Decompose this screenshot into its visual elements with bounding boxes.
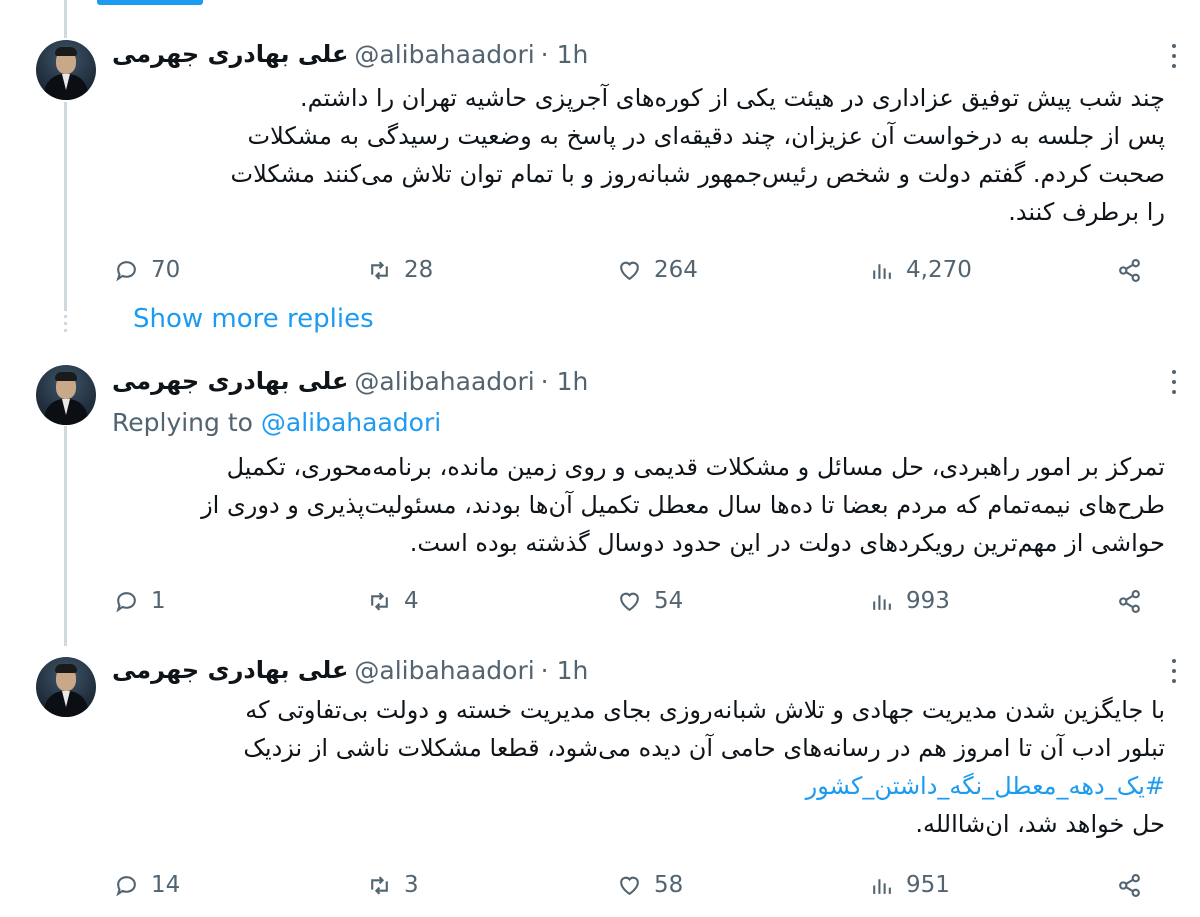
share-button[interactable]: [1117, 253, 1142, 287]
tweet-actions: 14 3 58 951: [114, 868, 1154, 902]
reply-button[interactable]: 1: [114, 584, 166, 618]
replying-to: Replying to @alibahaadori: [112, 408, 441, 437]
tweet-header: علی بهادری جهرمی @alibahaadori · 1h: [112, 364, 588, 398]
like-count: 264: [654, 257, 698, 283]
retweet-count: 3: [404, 872, 419, 898]
share-icon: [1119, 589, 1140, 613]
view-count: 951: [906, 872, 950, 898]
more-options-icon[interactable]: [1170, 44, 1178, 68]
avatar[interactable]: [36, 365, 96, 425]
like-button[interactable]: 54: [617, 584, 683, 618]
share-icon: [1119, 258, 1140, 282]
author-handle[interactable]: @alibahaadori: [354, 656, 534, 685]
tweet-text-line: صحبت کردم. گفتم دولت و شخص رئیس‌جمهور شب…: [230, 160, 1166, 188]
heart-icon: [620, 592, 639, 611]
retweet-icon: [371, 875, 388, 895]
avatar[interactable]: [36, 40, 96, 100]
like-button[interactable]: 58: [617, 868, 683, 902]
tweet-text-line: با جایگزین شدن مدیریت جهادی و تلاش شبانه…: [245, 696, 1165, 724]
views-button[interactable]: 4,270: [869, 253, 972, 287]
thread-gap-dots: [64, 308, 67, 334]
more-options-icon[interactable]: [1170, 659, 1178, 683]
retweet-button[interactable]: 4: [367, 584, 419, 618]
reply-icon: [116, 591, 136, 612]
views-button[interactable]: 951: [869, 868, 950, 902]
author-handle[interactable]: @alibahaadori: [354, 40, 534, 69]
author-name[interactable]: علی بهادری جهرمی: [112, 367, 348, 395]
timestamp[interactable]: · 1h: [541, 40, 589, 69]
heart-icon: [620, 261, 639, 280]
views-chart-icon: [873, 878, 891, 894]
timestamp[interactable]: · 1h: [541, 367, 589, 396]
tweet-text-line: حل خواهد شد، ان‌شاالله.: [915, 810, 1165, 838]
tweet-text: چند شب پیش توفیق عزاداری در هیئت یکی از …: [112, 79, 1166, 231]
tweet-actions: 1 4 54 993: [114, 584, 1154, 618]
tweet-text-line: پس از جلسه به درخواست آن عزیزان، چند دقی…: [247, 122, 1165, 150]
reply-button[interactable]: 70: [114, 253, 180, 287]
hashtag-link[interactable]: #یک_دهه_معطل_نگه_داشتن_کشور: [112, 767, 1165, 805]
retweet-icon: [371, 591, 388, 611]
author-handle[interactable]: @alibahaadori: [354, 367, 534, 396]
reply-count: 14: [151, 872, 181, 898]
tweet-text-line: تبلور ادب آن تا امروز هم در رسانه‌های حا…: [243, 734, 1165, 762]
reply-icon: [116, 875, 136, 896]
author-name[interactable]: علی بهادری جهرمی: [112, 656, 348, 684]
heart-icon: [620, 876, 639, 895]
tweet-text-line: حواشی از مهم‌ترین رویکردهای دولت در این …: [409, 529, 1165, 557]
views-chart-icon: [873, 594, 891, 610]
tweet-header: علی بهادری جهرمی @alibahaadori · 1h: [112, 37, 588, 71]
reply-count: 1: [151, 588, 166, 614]
like-button[interactable]: 264: [617, 253, 698, 287]
views-button[interactable]: 993: [869, 584, 950, 618]
share-button[interactable]: [1117, 868, 1142, 902]
like-count: 58: [654, 872, 684, 898]
tweet-text-line: طرح‌های نیمه‌تمام که مردم بعضا تا ده‌ها …: [201, 491, 1165, 519]
view-count: 993: [906, 588, 950, 614]
tweet[interactable]: علی بهادری جهرمی @alibahaadori · 1h Repl…: [0, 340, 1200, 630]
reply-button[interactable]: 14: [114, 868, 180, 902]
retweet-count: 28: [404, 257, 434, 283]
reply-icon: [116, 260, 136, 281]
show-more-replies-link[interactable]: Show more replies: [133, 304, 374, 334]
replying-prefix: Replying to: [112, 408, 253, 437]
tweet[interactable]: علی بهادری جهرمی @alibahaadori · 1h چند …: [0, 0, 1200, 300]
view-count: 4,270: [906, 257, 972, 283]
author-name[interactable]: علی بهادری جهرمی: [112, 40, 348, 68]
replying-mention-link[interactable]: @alibahaadori: [261, 408, 441, 437]
retweet-button[interactable]: 28: [367, 253, 433, 287]
retweet-button[interactable]: 3: [367, 868, 419, 902]
tweet[interactable]: علی بهادری جهرمی @alibahaadori · 1h با ج…: [0, 630, 1200, 917]
share-button[interactable]: [1117, 584, 1142, 618]
tweet-header: علی بهادری جهرمی @alibahaadori · 1h: [112, 653, 588, 687]
tweet-text-line: را برطرف کنند.: [1008, 198, 1165, 226]
share-icon: [1119, 873, 1140, 897]
more-options-icon[interactable]: [1170, 370, 1178, 394]
tweet-text-line: چند شب پیش توفیق عزاداری در هیئت یکی از …: [299, 84, 1165, 112]
like-count: 54: [654, 588, 684, 614]
reply-count: 70: [151, 257, 181, 283]
views-chart-icon: [873, 263, 891, 279]
timestamp[interactable]: · 1h: [541, 656, 589, 685]
tweet-text: با جایگزین شدن مدیریت جهادی و تلاش شبانه…: [112, 691, 1165, 843]
avatar[interactable]: [36, 657, 96, 717]
tweet-text-line: تمرکز بر امور راهبردی، حل مسائل و مشکلات…: [226, 453, 1165, 481]
retweet-count: 4: [404, 588, 419, 614]
tweet-actions: 70 28 264 4,270: [114, 253, 1154, 287]
tweet-text: تمرکز بر امور راهبردی، حل مسائل و مشکلات…: [112, 448, 1165, 562]
retweet-icon: [371, 260, 388, 280]
